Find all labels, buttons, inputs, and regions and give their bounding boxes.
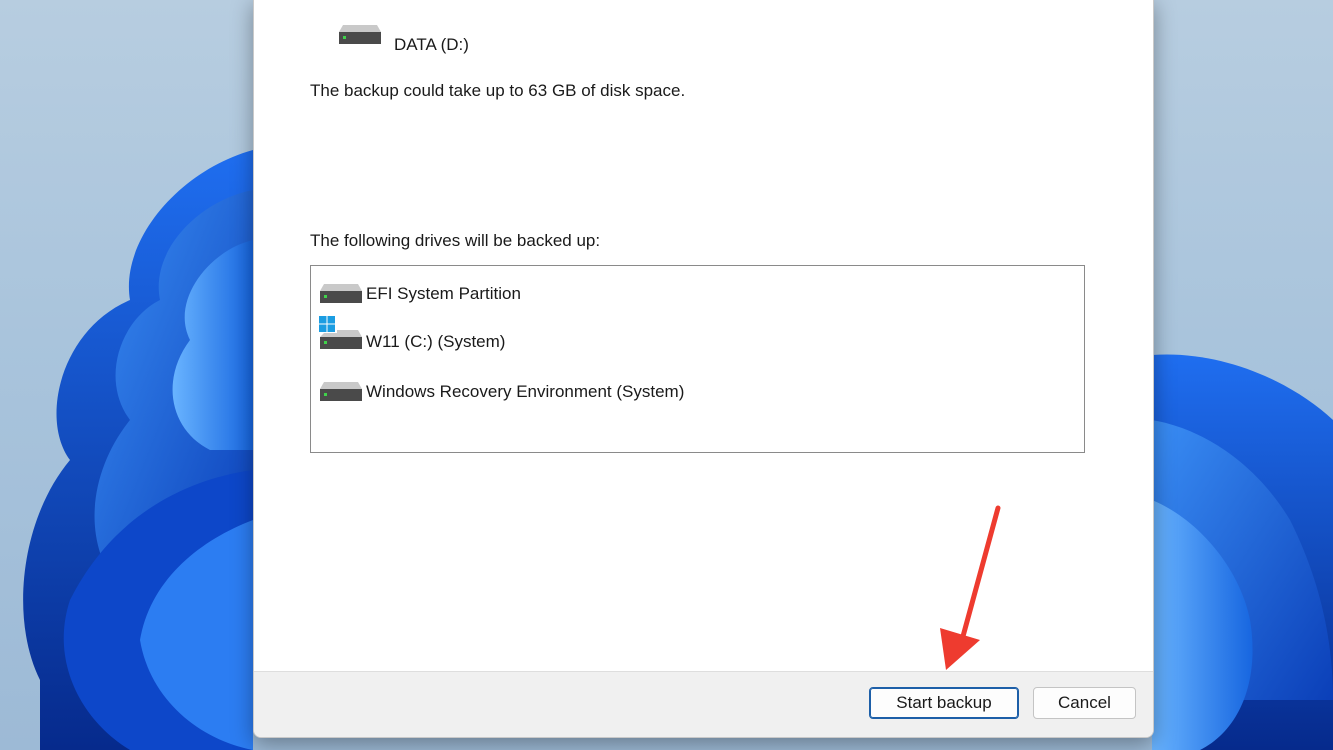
windows-system-drive-icon	[319, 316, 362, 349]
backup-dialog: DATA (D:) The backup could take up to 63…	[253, 0, 1154, 738]
destination-drive-label: DATA (D:)	[394, 35, 469, 54]
backup-size-message: The backup could take up to 63 GB of dis…	[310, 81, 686, 100]
drives-list: EFI System Partition W11 (C:) (System) W…	[310, 265, 1085, 453]
drives-heading: The following drives will be backed up:	[310, 231, 601, 250]
hard-drive-icon	[339, 25, 381, 44]
cancel-button[interactable]: Cancel	[1033, 687, 1136, 719]
dialog-footer: Start backup Cancel	[254, 671, 1153, 737]
hard-drive-icon	[320, 382, 362, 401]
drive-label: W11 (C:) (System)	[366, 332, 506, 351]
drive-label: EFI System Partition	[366, 284, 521, 303]
hard-drive-icon	[320, 284, 362, 303]
start-backup-button[interactable]: Start backup	[869, 687, 1019, 719]
drive-label: Windows Recovery Environment (System)	[366, 382, 685, 401]
